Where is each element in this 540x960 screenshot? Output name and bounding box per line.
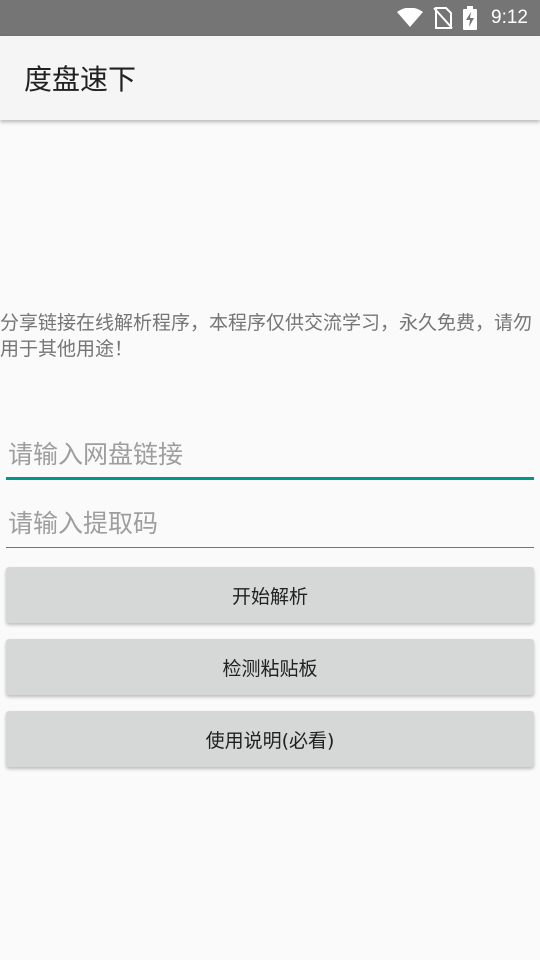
- check-clipboard-button[interactable]: 检测粘贴板: [6, 639, 534, 695]
- battery-charging-icon: [463, 6, 478, 30]
- no-sim-icon: [433, 7, 453, 29]
- status-time: 9:12: [491, 7, 528, 28]
- app-title: 度盘速下: [24, 63, 137, 96]
- status-bar: 9:12: [0, 0, 540, 36]
- wifi-icon: [397, 8, 424, 28]
- app-bar: 度盘速下: [0, 36, 540, 120]
- code-input[interactable]: [6, 500, 534, 548]
- notice-text: 分享链接在线解析程序，本程序仅供交流学习，永久免费，请勿用于其他用途！: [0, 312, 533, 360]
- usage-guide-button[interactable]: 使用说明(必看): [6, 711, 534, 767]
- start-parse-button[interactable]: 开始解析: [6, 567, 534, 623]
- link-input[interactable]: [6, 432, 534, 480]
